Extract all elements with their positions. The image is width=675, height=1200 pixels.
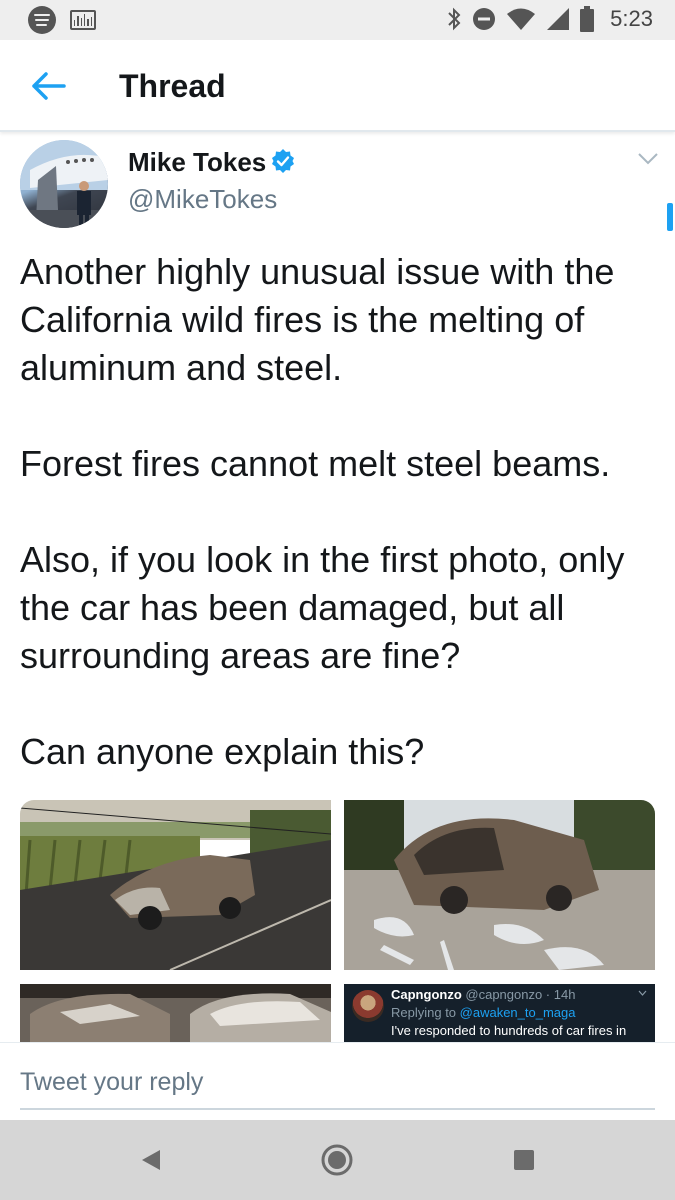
burned-car-photo (20, 800, 331, 970)
recents-square-icon (514, 1150, 534, 1170)
avatar-photo (20, 140, 108, 228)
system-recents-button[interactable] (506, 1142, 542, 1178)
screenshot-replying-handle: @awaken_to_maga (459, 1005, 576, 1020)
chevron-down-icon (638, 153, 658, 165)
app-bar: Thread (0, 40, 675, 132)
screenshot-user-name: Capngonzo (391, 987, 462, 1002)
melted-car-photo (344, 800, 655, 970)
system-nav-bar (0, 1120, 675, 1200)
page-title: Thread (119, 68, 226, 104)
screenshot-replying-label: Replying to (391, 1005, 460, 1020)
scroll-indicator[interactable] (667, 203, 673, 231)
screenshot-avatar (352, 990, 384, 1022)
screenshot-reply-text: I've responded to hundreds of car fires … (391, 1023, 627, 1038)
cellular-signal-icon (547, 8, 570, 30)
status-bar: 5:23 (0, 0, 675, 40)
arrow-left-icon (32, 72, 66, 100)
bluetooth-icon (448, 7, 461, 31)
author-handle[interactable]: @MikeTokes (128, 184, 277, 215)
do-not-disturb-icon (473, 8, 496, 30)
back-triangle-icon (142, 1150, 160, 1170)
battery-icon (580, 6, 595, 32)
tweet-text: Another highly unusual issue with the Ca… (20, 251, 625, 772)
news-icon (70, 10, 96, 30)
two-burned-cars-photo (20, 984, 331, 1042)
home-circle-icon (321, 1144, 353, 1176)
system-home-button[interactable] (319, 1142, 355, 1178)
status-time: 5:23 (610, 6, 653, 31)
verified-badge-icon (272, 149, 294, 173)
screenshot-user-handle: @capngonzo · 14h (465, 987, 576, 1002)
screenshot-chevron-icon (638, 990, 647, 996)
media-photo-3[interactable] (20, 984, 331, 1042)
avatar[interactable] (20, 140, 108, 228)
embedded-reply-screenshot[interactable]: Capngonzo @capngonzo · 14h Replying to @… (344, 984, 655, 1042)
wifi-icon (507, 8, 536, 30)
reply-input[interactable] (20, 1066, 655, 1110)
author-name[interactable]: Mike Tokes (128, 147, 266, 178)
spotify-icon (28, 6, 56, 34)
media-photo-1[interactable] (20, 800, 331, 970)
back-button[interactable] (28, 68, 68, 104)
tweet-options-button[interactable] (637, 152, 659, 166)
system-back-button[interactable] (134, 1142, 170, 1178)
media-photo-2[interactable] (344, 800, 655, 970)
